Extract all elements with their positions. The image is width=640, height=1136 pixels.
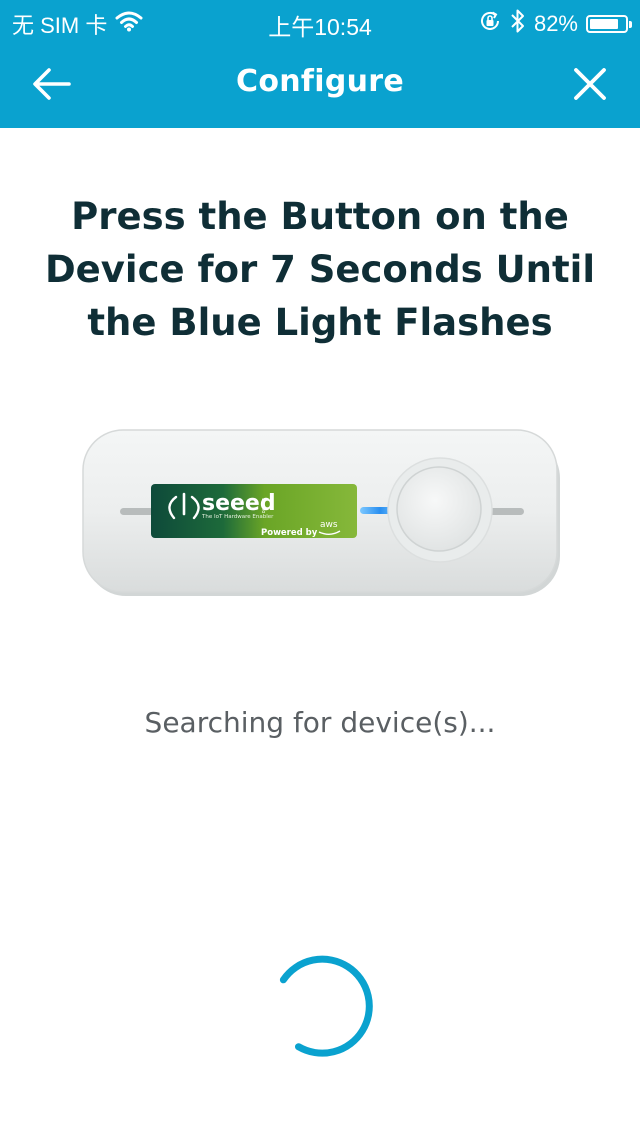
orientation-lock-icon (478, 9, 502, 39)
battery-tip (629, 21, 632, 28)
battery-percent: 82% (533, 11, 578, 36)
label-brand-small: studio (260, 498, 266, 513)
configure-screen: 无 SIM 卡 上午10:54 82% Configure Press the … (0, 0, 640, 1136)
device-button (396, 466, 482, 552)
label-partner: aws (320, 520, 338, 530)
left-slot (120, 508, 154, 515)
close-icon (574, 68, 606, 100)
battery-fill (590, 19, 618, 29)
label-tagline: The IoT Hardware Enabler (201, 514, 274, 520)
status-right: 82% (478, 8, 632, 40)
heading-line-3: the Blue Light Flashes (87, 301, 553, 344)
heading-line-2: Device for 7 Seconds Until (44, 248, 596, 291)
device-illustration: seeed studio The IoT Hardware Enabler Po… (82, 429, 560, 596)
loading-spinner-icon (279, 955, 373, 1057)
battery-icon (586, 15, 632, 33)
page-title: Configure (236, 64, 404, 99)
heading-line-1: Press the Button on the (71, 195, 569, 238)
status-bar: 无 SIM 卡 上午10:54 82% (0, 0, 640, 40)
bluetooth-icon (510, 8, 526, 40)
nav-bar: Configure (0, 40, 640, 128)
label-powered-by: Powered by (261, 528, 318, 538)
search-status: Searching for device(s)... (144, 706, 496, 739)
instruction-heading: Press the Button on the Device for 7 Sec… (30, 190, 610, 349)
close-button[interactable] (566, 60, 614, 108)
